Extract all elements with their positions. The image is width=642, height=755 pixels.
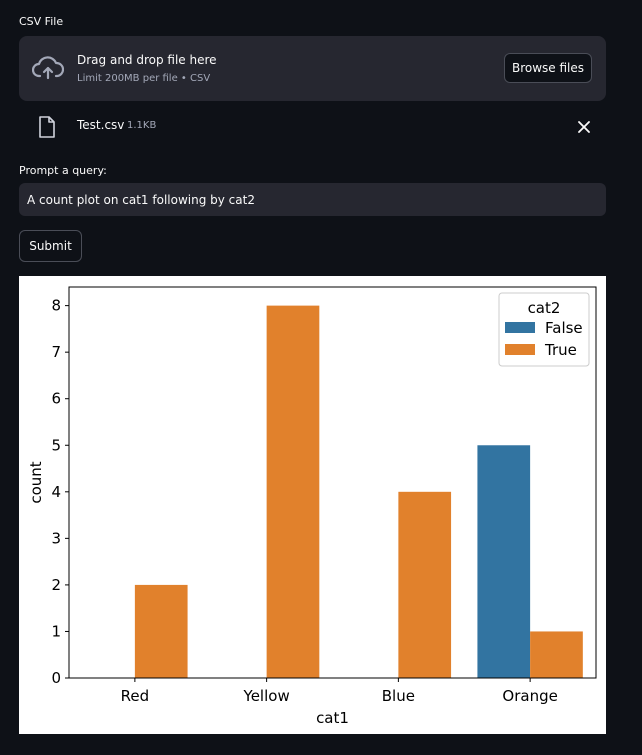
cloud-upload-icon <box>32 56 64 80</box>
legend-title: cat2 <box>528 299 561 317</box>
y-tick-label: 7 <box>51 343 61 361</box>
y-tick-label: 5 <box>51 436 61 454</box>
query-input[interactable] <box>19 183 606 216</box>
file-dropzone[interactable]: Drag and drop file here Limit 200MB per … <box>19 36 606 101</box>
y-tick-label: 0 <box>51 669 61 687</box>
y-tick-label: 1 <box>51 622 61 640</box>
y-tick-label: 8 <box>51 297 61 315</box>
close-icon[interactable] <box>577 120 591 134</box>
uploaded-file-name: Test.csv <box>77 118 125 132</box>
bar-orange-false <box>477 445 531 678</box>
bar-yellow-true <box>266 305 320 678</box>
bar-orange-true <box>530 631 583 678</box>
y-tick-label: 4 <box>51 483 61 501</box>
x-tick-label: Orange <box>502 687 557 705</box>
dropzone-subtitle: Limit 200MB per file • CSV <box>77 73 211 84</box>
y-axis-label: count <box>27 461 45 503</box>
x-tick-label: Yellow <box>243 687 290 705</box>
legend-swatch-false <box>505 322 535 333</box>
legend-label-false: False <box>545 319 583 337</box>
count-plot-svg: 0 1 2 3 4 5 6 7 8 Red Yellow Blue Orange cat1 count cat… <box>27 286 597 727</box>
y-tick-label: 2 <box>51 576 61 594</box>
y-tick-label: 6 <box>51 390 61 408</box>
legend-label-true: True <box>544 341 577 359</box>
query-label: Prompt a query: <box>19 164 107 177</box>
bar-blue-true <box>398 491 452 678</box>
y-tick-label: 3 <box>51 529 61 547</box>
browse-files-button[interactable]: Browse files <box>504 53 592 83</box>
uploaded-file-size: 1.1KB <box>127 120 157 131</box>
file-icon <box>39 116 55 138</box>
submit-button[interactable]: Submit <box>19 230 82 262</box>
bar-red-true <box>134 584 188 678</box>
x-tick-label: Red <box>121 687 150 705</box>
x-axis-label: cat1 <box>316 709 349 727</box>
csv-file-label: CSV File <box>19 15 64 28</box>
x-tick-label: Blue <box>382 687 415 705</box>
legend-swatch-true <box>505 344 535 355</box>
count-plot-chart: 0 1 2 3 4 5 6 7 8 Red Yellow Blue Orange cat1 count cat… <box>19 276 606 734</box>
dropzone-title: Drag and drop file here <box>77 53 217 67</box>
